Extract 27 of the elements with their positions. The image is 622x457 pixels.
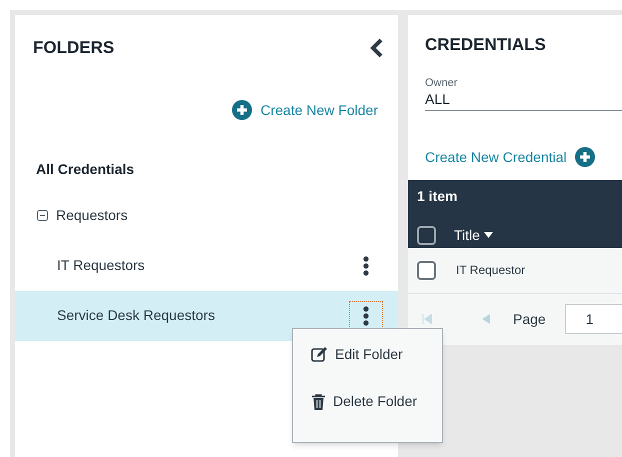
panel-title: FOLDERS <box>33 37 114 59</box>
add-icon <box>574 147 595 167</box>
folder-item[interactable]: IT Requestors <box>15 240 398 290</box>
column-header[interactable]: Title <box>454 224 493 246</box>
page-input[interactable]: 1 <box>564 304 622 334</box>
trash-icon <box>311 394 326 410</box>
item-count: 1 item <box>417 186 458 206</box>
table-row[interactable]: IT Requestor <box>408 248 622 292</box>
checkbox[interactable] <box>417 226 436 244</box>
folder-item[interactable]: Requestors <box>15 190 398 240</box>
panel-title: CREDENTIALS <box>424 34 547 56</box>
create-folder-link[interactable]: Create New Folder <box>232 100 378 120</box>
collapse-icon[interactable] <box>37 210 48 221</box>
kebab-icon <box>363 256 369 276</box>
menu-item[interactable]: Delete Folder <box>293 391 442 412</box>
folder-item[interactable]: Service Desk Requestors <box>15 290 398 340</box>
collapse-icon[interactable] <box>370 38 384 58</box>
menu-item[interactable]: Edit Folder <box>293 344 442 365</box>
all-credentials-item[interactable]: All Credentials <box>36 158 134 180</box>
table-cell-text: IT Requestor <box>456 262 526 279</box>
edit-icon <box>311 347 328 362</box>
checkbox[interactable] <box>417 260 436 280</box>
add-icon <box>232 100 252 120</box>
page-label: Page <box>513 310 546 329</box>
create-credential-link[interactable]: Create New Credential <box>425 146 595 168</box>
owner-field[interactable]: Owner ALL <box>425 76 622 110</box>
kebab-icon <box>363 306 369 326</box>
